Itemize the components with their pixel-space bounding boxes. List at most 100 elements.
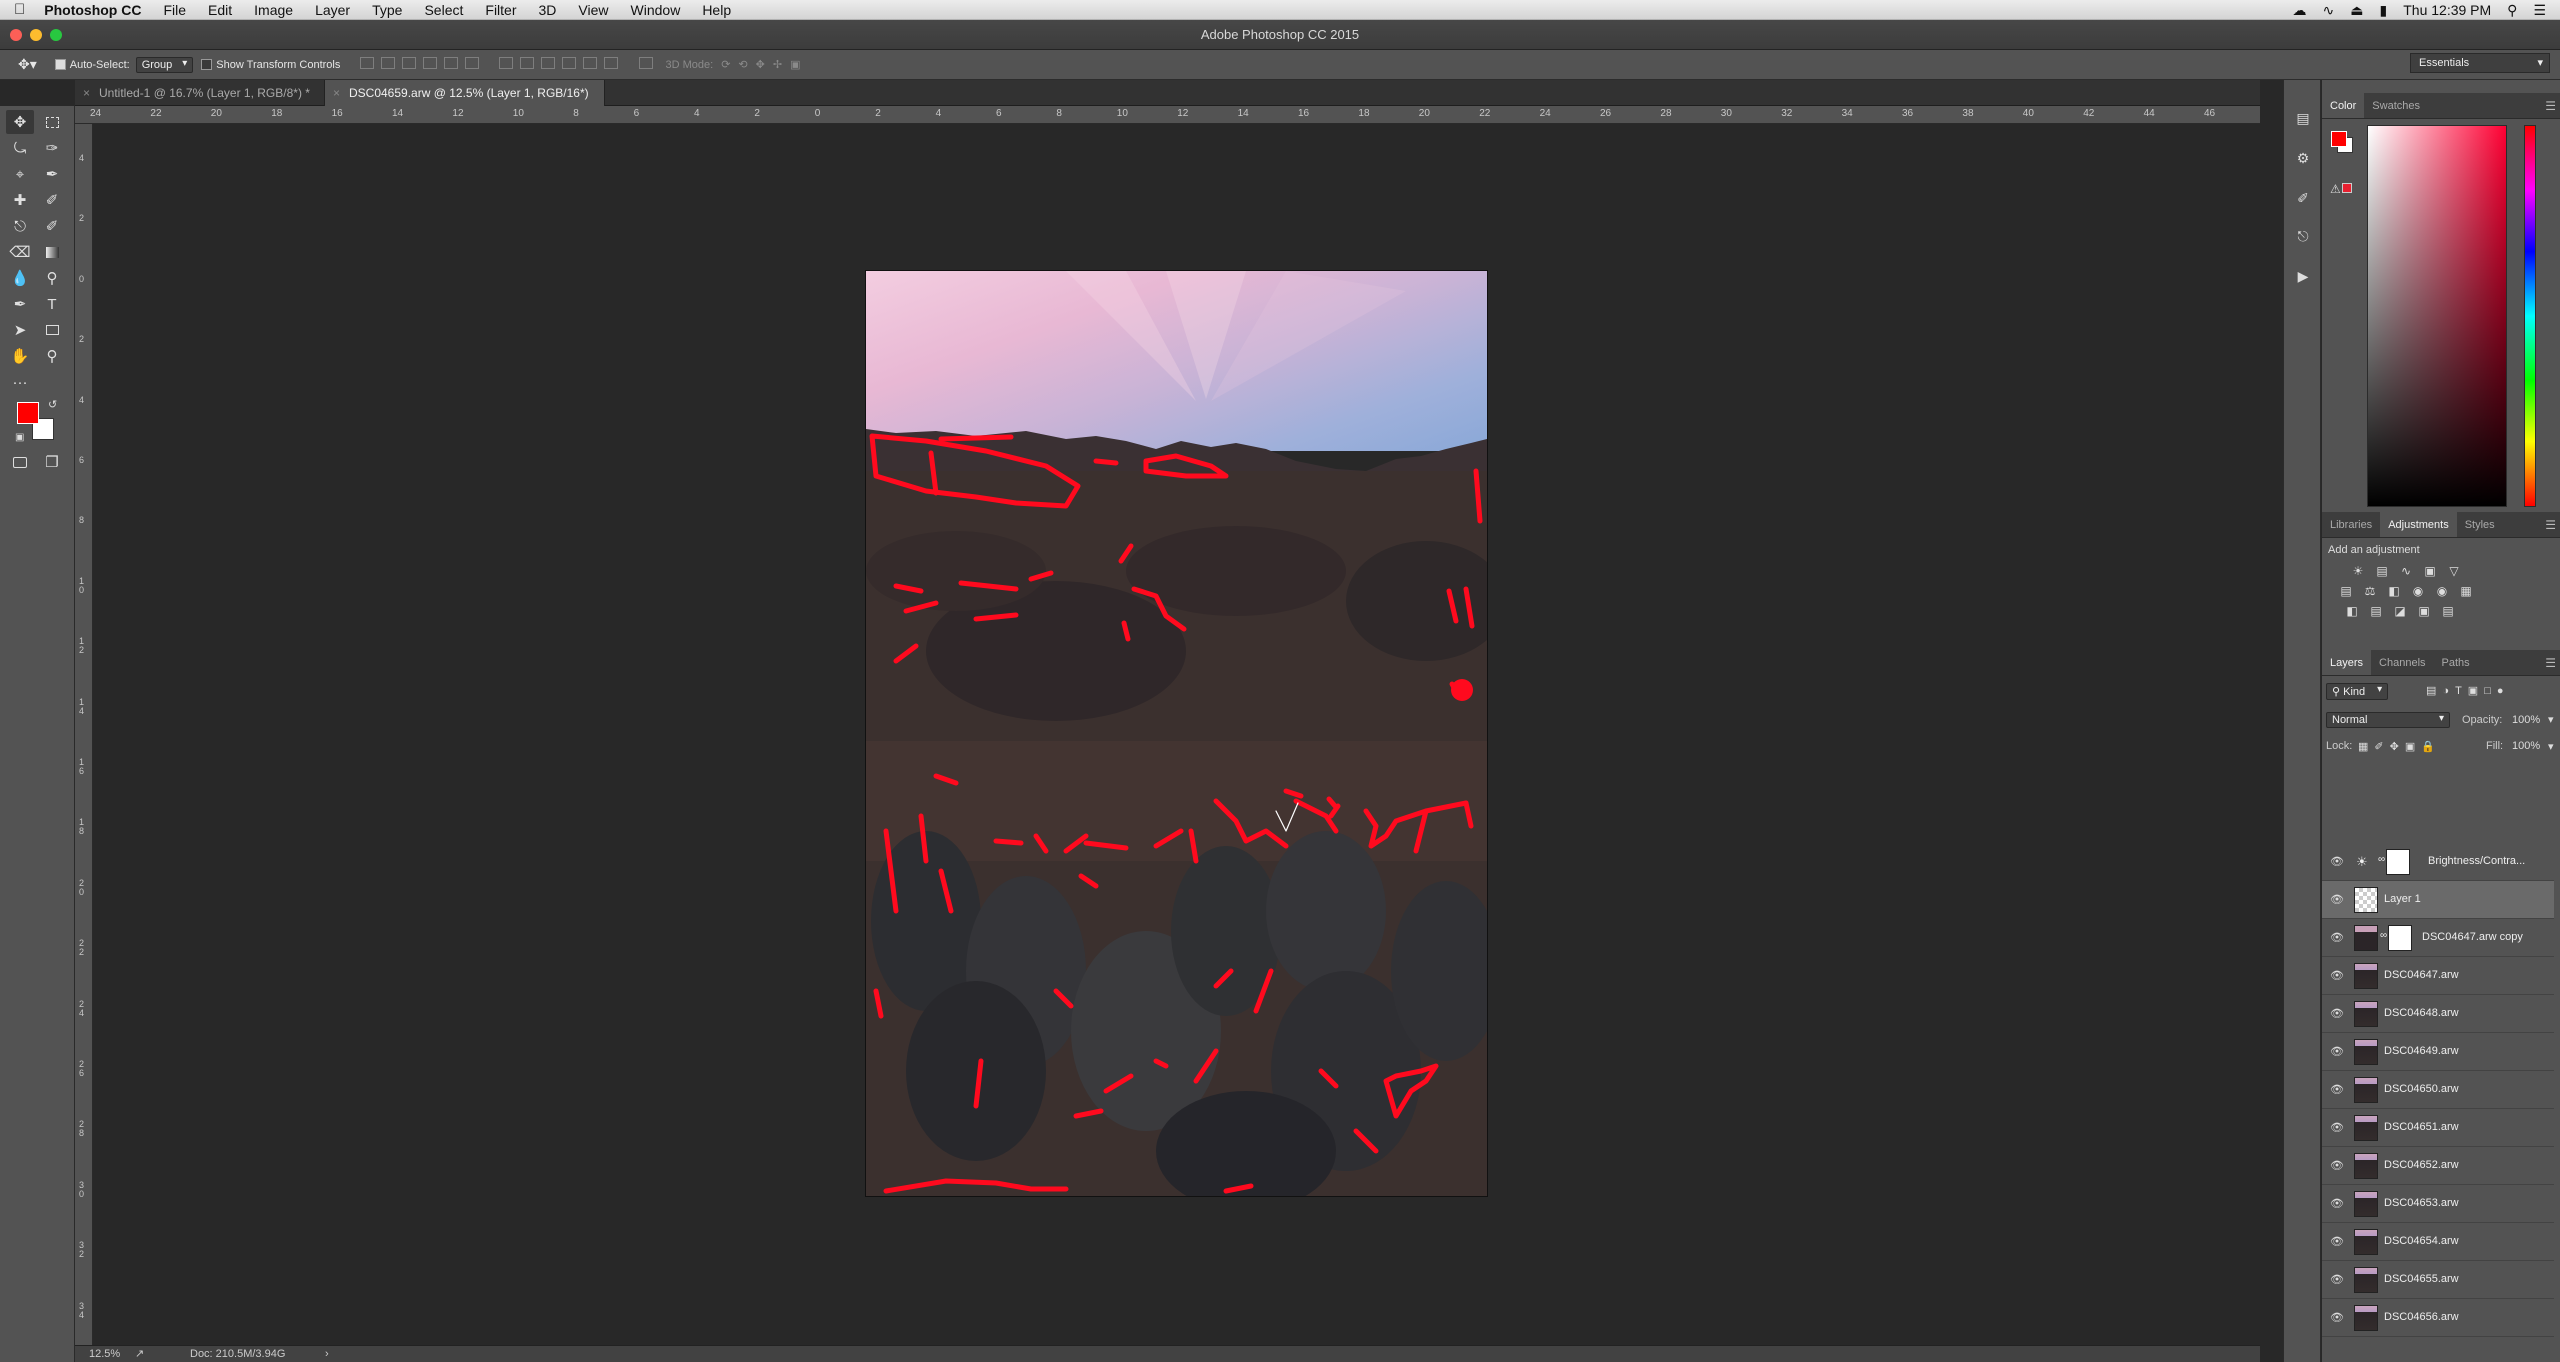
visibility-eye-icon[interactable]: 👁 (2330, 1273, 2344, 1287)
visibility-eye-icon[interactable]: 👁 (2330, 969, 2344, 983)
visibility-eye-icon[interactable]: 👁 (2330, 1007, 2344, 1021)
layer-dsc04647-copy[interactable]: 👁 ∞ DSC04647.arw copy (2322, 919, 2554, 957)
layer-thumbnail[interactable] (2354, 925, 2378, 951)
layer-image[interactable]: 👁 DSC04647.arw (2322, 957, 2554, 995)
path-selection-tool-icon[interactable]: ➤ (6, 318, 34, 342)
3d-drag-icon[interactable]: ✥ (756, 59, 773, 71)
panel-menu-icon[interactable]: ☰ (2545, 518, 2556, 532)
tab-swatches[interactable]: Swatches (2364, 93, 2428, 118)
vibrance-icon[interactable]: ▽ (2445, 564, 2463, 580)
layer-brightness-contrast[interactable]: 👁 ☀ ∞ Brightness/Contra... (2322, 843, 2554, 881)
foreground-color-swatch[interactable] (17, 402, 39, 424)
black-white-icon[interactable]: ◧ (2385, 584, 2403, 600)
layer-image[interactable]: 👁 DSC04656.arw (2322, 1299, 2554, 1337)
gradient-map-icon[interactable]: ▤ (2439, 604, 2457, 620)
menu-file[interactable]: File (152, 0, 197, 20)
brushes-panel-icon[interactable]: ✐ (2293, 190, 2313, 210)
tab-layers[interactable]: Layers (2322, 650, 2372, 675)
color-fg-swatch[interactable] (2331, 131, 2347, 147)
pen-tool-icon[interactable]: ✒ (6, 292, 34, 316)
distribute-left-icon[interactable] (562, 57, 577, 69)
layer-image[interactable]: 👁 DSC04649.arw (2322, 1033, 2554, 1071)
selective-color-icon[interactable]: ▣ (2415, 604, 2433, 620)
visibility-eye-icon[interactable]: 👁 (2330, 855, 2344, 869)
chain-link-icon[interactable]: ∞ (2378, 854, 2385, 865)
tab-adjustments[interactable]: Adjustments (2380, 512, 2457, 537)
layer-thumbnail[interactable] (2354, 1115, 2378, 1141)
clock[interactable]: Thu 12:39 PM (2403, 2, 2491, 18)
color-lookup-icon[interactable]: ▦ (2457, 584, 2475, 600)
blur-tool-icon[interactable]: 💧 (6, 266, 34, 290)
spotlight-icon[interactable]: ⚲ (2507, 2, 2517, 19)
vertical-ruler[interactable]: 4 2 0 2 4 6 8 1 0 1 2 1 4 1 6 1 8 2 0 2 2 2 4 2 6 2 8 3 0… (75, 124, 93, 1345)
layer-image[interactable]: 👁DSC04657.arw (2322, 1337, 2554, 1343)
3d-roll-icon[interactable]: ⟲ (738, 59, 755, 71)
out-of-gamut-warning-icon[interactable]: ⚠ (2330, 182, 2341, 196)
properties-panel-icon[interactable]: ⚙ (2293, 150, 2313, 170)
layer-image[interactable]: 👁 DSC04655.arw (2322, 1261, 2554, 1299)
gamut-swatch[interactable] (2342, 183, 2352, 193)
status-menu-arrow-icon[interactable]: › (325, 1346, 329, 1362)
visibility-eye-icon[interactable]: 👁 (2330, 893, 2344, 907)
layer-image[interactable]: 👁 DSC04650.arw (2322, 1071, 2554, 1109)
menu-filter[interactable]: Filter (474, 0, 527, 20)
close-tab-icon[interactable]: × (83, 80, 90, 106)
distribute-hcenter-icon[interactable] (583, 57, 598, 69)
app-menu[interactable]: Photoshop CC (36, 0, 152, 20)
align-top-icon[interactable] (360, 57, 375, 69)
layer-image[interactable]: 👁 DSC04651.arw (2322, 1109, 2554, 1147)
shape-filter-icon[interactable]: ▣ (2468, 685, 2484, 697)
smart-filter-icon[interactable]: □ (2484, 685, 2497, 697)
healing-brush-tool-icon[interactable]: ✚ (6, 188, 34, 212)
tab-dsc04659[interactable]: × DSC04659.arw @ 12.5% (Layer 1, RGB/16*)… (325, 80, 605, 126)
rectangle-tool-icon[interactable] (38, 318, 66, 342)
layer-mask-thumbnail[interactable] (2386, 849, 2410, 875)
menu-edit[interactable]: Edit (197, 0, 243, 20)
brush-tool-icon[interactable]: ✐ (38, 188, 66, 212)
lock-transparent-icon[interactable]: ▦ (2358, 741, 2374, 753)
panel-menu-icon[interactable]: ☰ (2545, 99, 2556, 113)
clone-stamp-tool-icon[interactable]: ⎋ (6, 214, 34, 238)
adjustment-filter-icon[interactable]: ◑ (2442, 685, 2455, 697)
visibility-eye-icon[interactable]: 👁 (2330, 1235, 2344, 1249)
visibility-eye-icon[interactable]: 👁 (2330, 1083, 2344, 1097)
type-tool-icon[interactable]: T (38, 292, 66, 316)
channel-mixer-icon[interactable]: ◉ (2433, 584, 2451, 600)
photo-filter-icon[interactable]: ◉ (2409, 584, 2427, 600)
threshold-icon[interactable]: ◪ (2391, 604, 2409, 620)
menu-view[interactable]: View (567, 0, 619, 20)
menu-type[interactable]: Type (361, 0, 413, 20)
tab-untitled-1[interactable]: × Untitled-1 @ 16.7% (Layer 1, RGB/8*) * (75, 80, 325, 106)
posterize-icon[interactable]: ▤ (2367, 604, 2385, 620)
wifi-icon[interactable]: ∿ (2323, 2, 2335, 19)
visibility-eye-icon[interactable]: 👁 (2330, 1159, 2344, 1173)
move-tool-icon[interactable]: ✥ (6, 110, 34, 134)
layer-thumbnail[interactable] (2354, 1077, 2378, 1103)
horizontal-ruler[interactable]: 24 22 20 18 16 14 12 10 8 6 4 2 0 2 4 6 8 10 12 14 16 18 20 22 2… (75, 106, 2260, 124)
distribute-top-icon[interactable] (499, 57, 514, 69)
creative-cloud-icon[interactable]: ☁ (2293, 2, 2307, 19)
lock-image-icon[interactable]: ✐ (2374, 741, 2389, 753)
workspace-switcher[interactable]: Essentials ▾ (2410, 53, 2550, 73)
menu-3d[interactable]: 3D (528, 0, 568, 20)
lasso-tool-icon[interactable]: ⤿ (6, 136, 34, 160)
curves-icon[interactable]: ∿ (2397, 564, 2415, 580)
panel-menu-icon[interactable]: ☰ (2545, 656, 2556, 670)
align-bottom-icon[interactable] (402, 57, 417, 69)
align-left-icon[interactable] (423, 57, 438, 69)
document-image[interactable] (866, 271, 1487, 1196)
layer-thumbnail[interactable] (2354, 1039, 2378, 1065)
screen-mode-icon[interactable]: ❐ (38, 450, 66, 474)
minimize-window-button[interactable] (30, 29, 42, 41)
distribute-right-icon[interactable] (604, 57, 619, 69)
layer-image[interactable]: 👁 DSC04652.arw (2322, 1147, 2554, 1185)
eraser-tool-icon[interactable]: ⌫ (6, 240, 34, 264)
align-right-icon[interactable] (465, 57, 480, 69)
share-icon[interactable]: ↗ (135, 1346, 144, 1362)
dodge-tool-icon[interactable]: ⚲ (38, 266, 66, 290)
type-filter-icon[interactable]: T (2455, 685, 2468, 697)
chevron-down-icon[interactable]: ▾ (2548, 713, 2554, 726)
layer-thumbnail[interactable] (2354, 963, 2378, 989)
3d-scale-icon[interactable]: ▣ (790, 59, 808, 71)
layer-thumbnail[interactable] (2354, 1191, 2378, 1217)
